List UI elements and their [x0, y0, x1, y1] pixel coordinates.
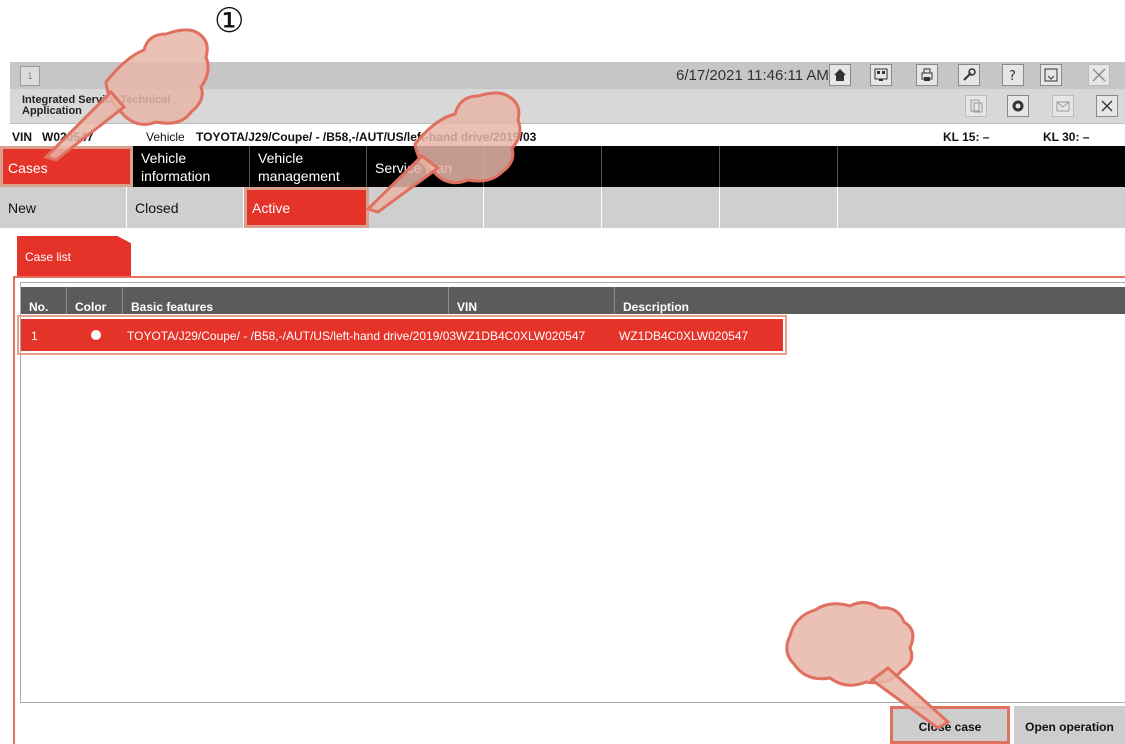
sub-nav: New Closed Active	[0, 187, 1125, 228]
subnav-closed[interactable]: Closed	[127, 187, 244, 228]
cell-description: WZ1DB4C0XLW020547	[619, 329, 749, 343]
table-header: No. Color Basic features VIN Description	[21, 287, 1125, 314]
subnav-new[interactable]: New	[0, 187, 127, 228]
column-header-no[interactable]: No.	[21, 287, 67, 314]
callout-1: ①	[214, 1, 245, 41]
open-operation-button[interactable]: Open operation	[1014, 706, 1125, 744]
pointing-hand-icon	[785, 601, 951, 730]
subnav-label: Active	[252, 200, 291, 216]
svg-text:?: ?	[1009, 69, 1016, 83]
nav-label: Vehicle management	[258, 150, 340, 184]
nav-vehicle-management[interactable]: Vehicle management	[250, 146, 367, 187]
close-icon[interactable]	[1088, 64, 1110, 86]
subnav-empty-slot	[720, 187, 838, 228]
tab-label: Case list	[25, 250, 72, 264]
table-row[interactable]: 1 TOYOTA/J29/Coupe/ - /B58,-/AUT/US/left…	[17, 315, 787, 355]
column-header-vin[interactable]: VIN	[449, 287, 615, 314]
cell-basic-features: TOYOTA/J29/Coupe/ - /B58,-/AUT/US/left-h…	[127, 329, 457, 343]
kl30-status: KL 30: –	[1043, 130, 1090, 144]
vin-label: VIN	[12, 130, 33, 144]
nav-empty-slot	[602, 146, 720, 187]
gear-icon[interactable]	[1007, 95, 1029, 117]
cell-vin: WZ1DB4C0XLW020547	[456, 329, 586, 343]
column-header-basic-features[interactable]: Basic features	[123, 287, 449, 314]
subnav-empty-slot	[602, 187, 720, 228]
kl15-status: KL 15: –	[943, 130, 990, 144]
pointing-hand-icon	[365, 91, 522, 214]
subnav-active[interactable]: Active	[244, 187, 369, 228]
mail-icon[interactable]	[1052, 95, 1074, 117]
column-header-color[interactable]: Color	[67, 287, 123, 314]
column-header-description[interactable]: Description	[615, 287, 1125, 314]
printer-icon[interactable]	[916, 64, 938, 86]
wrench-icon[interactable]	[958, 64, 980, 86]
tab-case-list[interactable]: Case list	[17, 236, 131, 276]
subnav-label: Closed	[135, 200, 179, 216]
cell-no: 1	[31, 329, 38, 343]
nav-label: Cases	[8, 160, 48, 176]
color-dot	[91, 330, 101, 340]
home-icon[interactable]	[829, 64, 851, 86]
nav-empty-slot	[720, 146, 838, 187]
close-app-icon[interactable]	[1096, 95, 1118, 117]
help-icon[interactable]: ?	[1002, 64, 1024, 86]
subnav-label: New	[8, 200, 37, 216]
document-icon[interactable]	[965, 95, 987, 117]
pointing-hand-icon	[43, 28, 210, 162]
datetime: 6/17/2021 11:46:11 AM	[676, 67, 829, 84]
display-icon[interactable]	[870, 64, 892, 86]
minimize-icon[interactable]	[1040, 64, 1062, 86]
